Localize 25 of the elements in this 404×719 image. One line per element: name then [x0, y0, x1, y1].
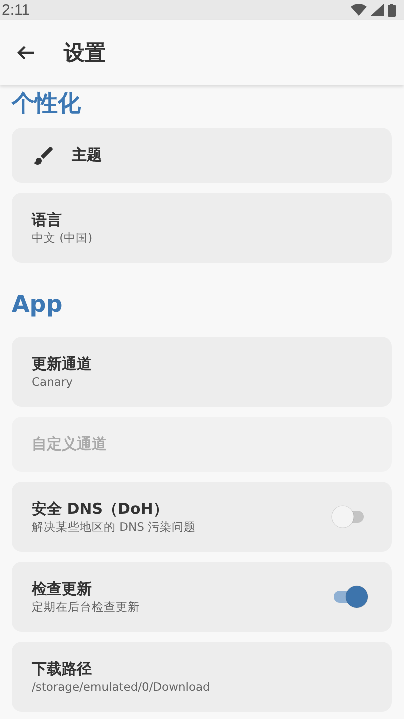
- settings-item[interactable]: 更新通道 Canary: [12, 337, 392, 407]
- item-subtitle: /storage/emulated/0/Download: [32, 680, 212, 694]
- item-subtitle: 解决某些地区的 DNS 污染问题: [32, 520, 198, 534]
- item-title: 更新通道: [32, 355, 93, 374]
- settings-item[interactable]: 下载路径 /storage/emulated/0/Download: [12, 642, 392, 712]
- item-title: 检查更新: [32, 580, 93, 598]
- battery-icon: [388, 4, 396, 16]
- item-subtitle: 定期在后台检查更新: [32, 600, 141, 614]
- signal-icon: [371, 4, 384, 16]
- wifi-icon: [351, 4, 367, 16]
- item-title: 自定义通道: [32, 435, 108, 454]
- settings-item[interactable]: 检查更新 定期在后台检查更新: [12, 562, 392, 632]
- item-title: 主题: [72, 146, 103, 165]
- item-subtitle: 中文 (中国): [32, 230, 94, 246]
- settings-item[interactable]: 语言 中文 (中国): [12, 193, 392, 263]
- settings-item[interactable]: 主题: [12, 128, 392, 183]
- item-subtitle: Canary: [32, 375, 74, 389]
- section-heading: 个性化: [12, 90, 82, 119]
- item-title: 语言: [32, 210, 63, 230]
- settings-item[interactable]: 安全 DNS（DoH） 解决某些地区的 DNS 污染问题: [12, 482, 392, 552]
- section-heading: App: [12, 291, 64, 320]
- item-title: 下载路径: [32, 660, 93, 679]
- item-title: 安全 DNS（DoH）: [32, 500, 170, 518]
- status-time: 2:11: [2, 2, 30, 18]
- page-title: 设置: [64, 40, 106, 66]
